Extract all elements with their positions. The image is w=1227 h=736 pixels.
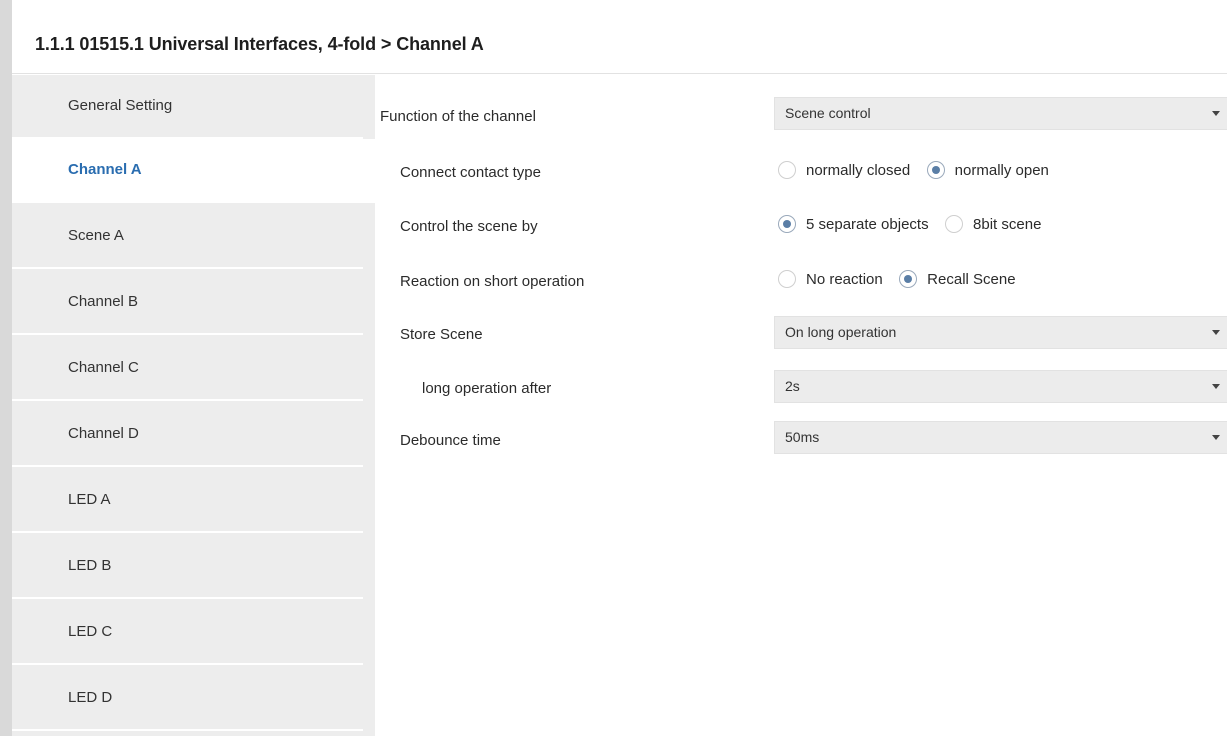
parameter-window: 1.1.1 01515.1 Universal Interfaces, 4-fo… [0, 0, 1227, 736]
sidebar-item-channel-b[interactable]: Channel B [12, 271, 363, 335]
function-select-value: Scene control [785, 105, 871, 121]
radio-no-reaction[interactable]: No reaction [778, 268, 891, 294]
sidebar-item-led-a[interactable]: LED A [12, 469, 363, 533]
sidebar-item-label: Channel C [68, 359, 139, 376]
long-operation-label: long operation after [422, 380, 552, 397]
chevron-down-icon [1212, 111, 1220, 116]
debounce-label: Debounce time [400, 432, 501, 449]
sidebar-item-label: General Setting [68, 97, 173, 114]
radio-8bit-scene[interactable]: 8bit scene [945, 213, 1049, 239]
chevron-down-icon [1212, 435, 1220, 440]
control-scene-label: Control the scene by [400, 218, 538, 235]
sidebar-item-led-d[interactable]: LED D [12, 667, 363, 731]
sidebar-item-general-setting[interactable]: General Setting [12, 75, 363, 139]
store-scene-select[interactable]: On long operation [774, 316, 1227, 349]
long-operation-select-value: 2s [785, 378, 800, 394]
radio-normally-closed[interactable]: normally closed [778, 159, 918, 185]
store-scene-label: Store Scene [400, 326, 483, 343]
short-operation-label: Reaction on short operation [400, 273, 585, 290]
contact-type-radio-group: normally closed normally open [778, 159, 1061, 185]
sidebar-item-label: LED A [68, 491, 111, 508]
radio-normally-open[interactable]: normally open [926, 159, 1057, 185]
sidebar-item-label: LED D [68, 689, 113, 706]
parameter-panel: Function of the channel Scene control Co… [375, 75, 1227, 736]
radio-label: normally open [954, 162, 1049, 179]
sidebar: General Setting Channel A Scene A Channe… [12, 75, 375, 736]
sidebar-item-label: Scene A [68, 227, 124, 244]
radio-label: 5 separate objects [806, 216, 929, 233]
sidebar-item-led-b[interactable]: LED B [12, 535, 363, 599]
page-title: 1.1.1 01515.1 Universal Interfaces, 4-fo… [35, 34, 484, 54]
chevron-down-icon [1212, 384, 1220, 389]
radio-circle-checked-icon [926, 161, 945, 179]
radio-circle-icon [778, 270, 796, 288]
chevron-down-icon [1212, 330, 1220, 335]
debounce-select-value: 50ms [785, 429, 820, 445]
radio-5-separate-objects[interactable]: 5 separate objects [778, 213, 937, 239]
sidebar-item-channel-a[interactable]: Channel A [12, 139, 375, 203]
short-operation-radio-group: No reaction Recall Scene [778, 268, 1028, 294]
radio-label: normally closed [806, 162, 911, 179]
sidebar-item-channel-c[interactable]: Channel C [12, 337, 363, 401]
sidebar-item-scene-a[interactable]: Scene A [12, 205, 363, 269]
radio-recall-scene[interactable]: Recall Scene [899, 268, 1023, 294]
function-label: Function of the channel [380, 108, 536, 125]
radio-label: Recall Scene [927, 271, 1016, 288]
sidebar-item-label: Channel A [68, 161, 142, 178]
radio-circle-icon [778, 161, 796, 179]
store-scene-select-value: On long operation [785, 324, 897, 340]
control-scene-radio-group: 5 separate objects 8bit scene [778, 213, 1053, 239]
radio-circle-checked-icon [778, 215, 796, 233]
sidebar-item-channel-d[interactable]: Channel D [12, 403, 363, 467]
sidebar-item-label: LED B [68, 557, 112, 574]
sidebar-item-led-c[interactable]: LED C [12, 601, 363, 665]
sidebar-item-label: Channel D [68, 425, 139, 442]
sidebar-item-label: LED C [68, 623, 113, 640]
title-bar: 1.1.1 01515.1 Universal Interfaces, 4-fo… [12, 12, 1227, 74]
contact-type-label: Connect contact type [400, 164, 541, 181]
radio-circle-icon [945, 215, 964, 233]
function-select[interactable]: Scene control [774, 97, 1227, 130]
sidebar-item-label: Channel B [68, 293, 139, 310]
long-operation-select[interactable]: 2s [774, 370, 1227, 403]
debounce-select[interactable]: 50ms [774, 421, 1227, 454]
